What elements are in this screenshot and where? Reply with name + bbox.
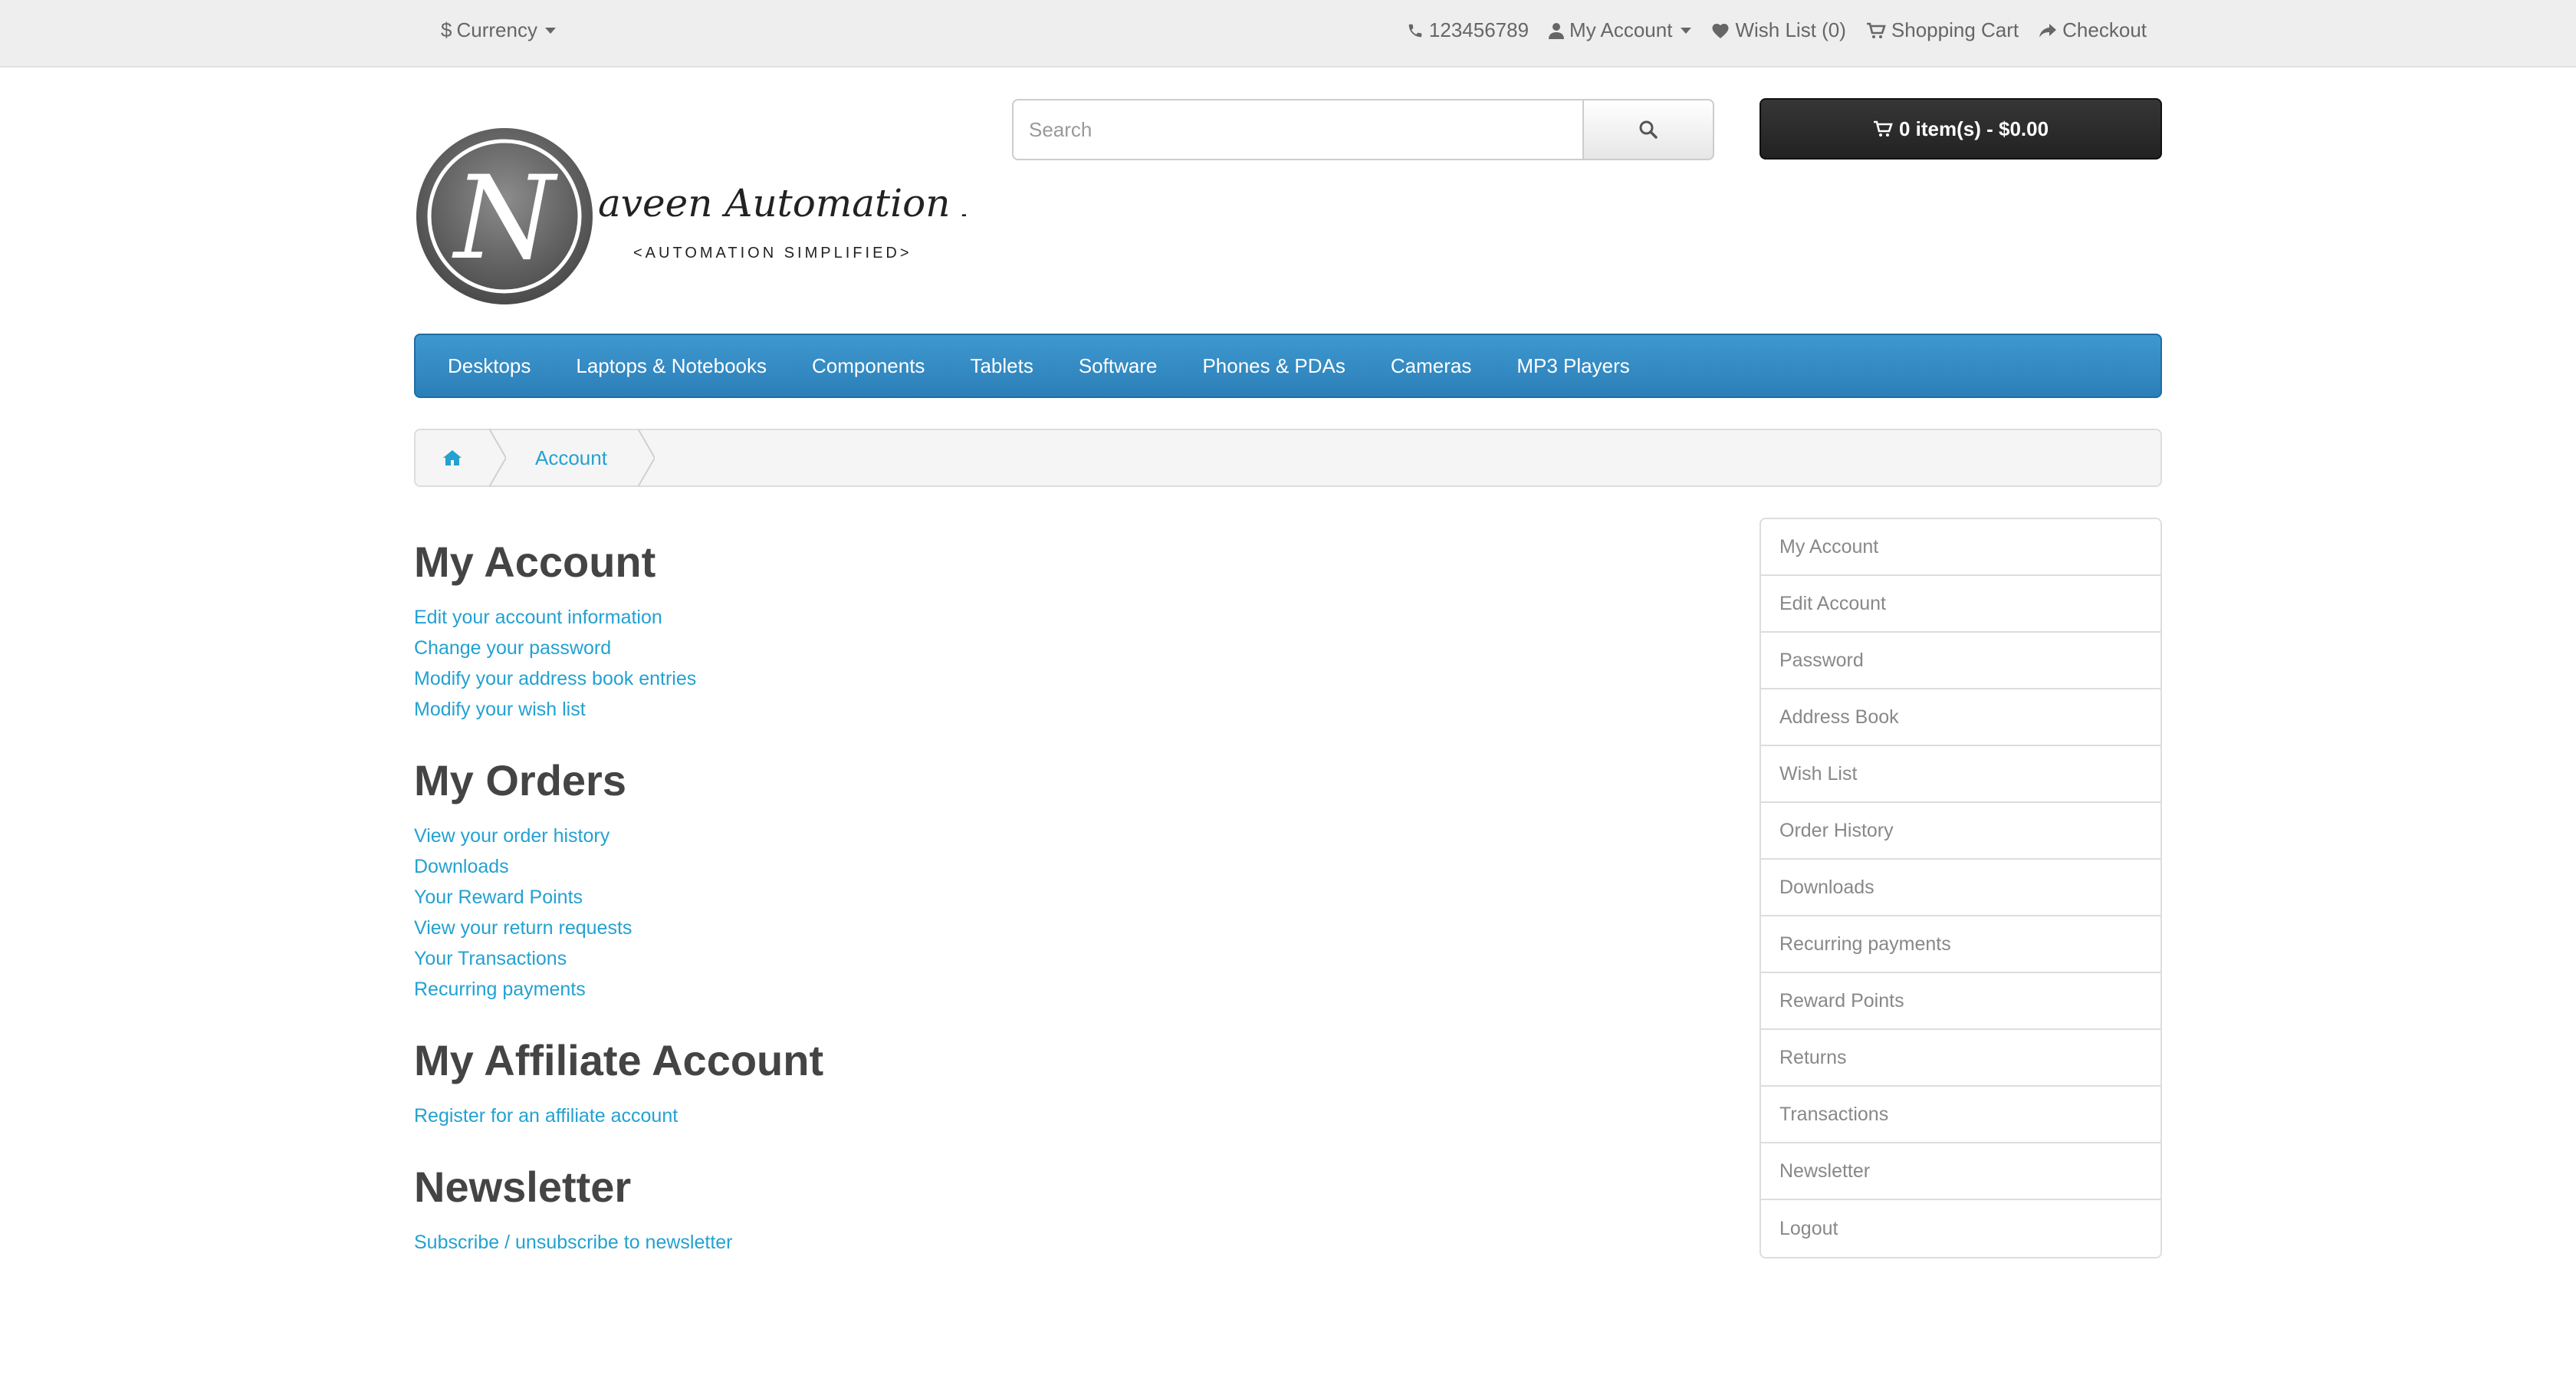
menu-item-cameras[interactable]: Cameras — [1391, 354, 1471, 378]
link-address-book[interactable]: Modify your address book entries — [414, 663, 1641, 694]
currency-label: Currency — [456, 18, 537, 41]
link-change-password[interactable]: Change your password — [414, 633, 1641, 663]
user-icon — [1549, 22, 1565, 39]
sidebar-item-wish-list[interactable]: Wish List — [1761, 746, 2160, 803]
shopping-cart-link[interactable]: Shopping Cart — [1866, 18, 2019, 42]
cart-button[interactable]: 0 item(s) - $0.00 — [1760, 98, 2162, 160]
heart-icon — [1712, 23, 1729, 38]
checkout-label: Checkout — [2062, 18, 2147, 41]
checkout-link[interactable]: Checkout — [2039, 18, 2147, 42]
link-return-requests[interactable]: View your return requests — [414, 913, 1641, 943]
link-transactions[interactable]: Your Transactions — [414, 943, 1641, 974]
menu-item-software[interactable]: Software — [1079, 354, 1158, 378]
phone-icon — [1408, 24, 1422, 37]
sidebar-item-newsletter[interactable]: Newsletter — [1761, 1143, 2160, 1200]
section-title-my-account: My Account — [414, 538, 656, 586]
link-newsletter-subscribe[interactable]: Subscribe / unsubscribe to newsletter — [414, 1227, 1641, 1258]
cart-total: 0 item(s) - $0.00 — [1898, 117, 2049, 140]
newsletter-links: Subscribe / unsubscribe to newsletter — [414, 1227, 1641, 1258]
sidebar-item-transactions[interactable]: Transactions — [1761, 1087, 2160, 1143]
breadcrumb-account[interactable]: Account — [506, 430, 638, 485]
menu-item-laptops[interactable]: Laptops & Notebooks — [576, 354, 767, 378]
my-account-label: My Account — [1569, 18, 1673, 41]
my-orders-links: View your order history Downloads Your R… — [414, 821, 1641, 1005]
phone-link[interactable]: 123456789 — [1407, 18, 1529, 42]
link-register-affiliate[interactable]: Register for an affiliate account — [414, 1100, 1641, 1131]
sidebar-item-address-book[interactable]: Address Book — [1761, 689, 2160, 746]
top-links: 123456789 My Account Wish List (0) Shopp… — [1407, 18, 2147, 42]
account-content: My Account Edit your account information… — [414, 537, 1641, 1288]
currency-symbol: $ — [441, 18, 452, 41]
search-input[interactable] — [1012, 99, 1584, 160]
menu-item-components[interactable]: Components — [812, 354, 925, 378]
my-account-links: Edit your account information Change you… — [414, 602, 1641, 725]
cart-icon — [1866, 22, 1886, 38]
menu-item-phones[interactable]: Phones & PDAs — [1202, 354, 1345, 378]
home-icon — [443, 450, 462, 466]
link-recurring-payments[interactable]: Recurring payments — [414, 974, 1641, 1005]
breadcrumb-home[interactable] — [416, 430, 489, 485]
logo-text: aveen Automation Labs — [598, 181, 966, 225]
section-title-newsletter: Newsletter — [414, 1163, 632, 1211]
section-title-my-orders: My Orders — [414, 756, 626, 804]
affiliate-links: Register for an affiliate account — [414, 1100, 1641, 1131]
sidebar-item-recurring-payments[interactable]: Recurring payments — [1761, 916, 2160, 973]
account-sidebar: My Account Edit Account Password Address… — [1760, 518, 2162, 1258]
caret-down-icon — [544, 27, 556, 34]
sidebar-item-edit-account[interactable]: Edit Account — [1761, 576, 2160, 633]
phone-number: 123456789 — [1428, 18, 1530, 41]
menu-item-tablets[interactable]: Tablets — [970, 354, 1033, 378]
sidebar-item-downloads[interactable]: Downloads — [1761, 860, 2160, 916]
wish-list-label: Wish List (0) — [1735, 18, 1846, 41]
sidebar-item-logout[interactable]: Logout — [1761, 1200, 2160, 1257]
section-title-affiliate: My Affiliate Account — [414, 1036, 824, 1084]
shopping-cart-label: Shopping Cart — [1891, 18, 2019, 41]
search-button[interactable] — [1584, 99, 1714, 160]
sidebar-item-reward-points[interactable]: Reward Points — [1761, 973, 2160, 1030]
menu-item-mp3[interactable]: MP3 Players — [1516, 354, 1629, 378]
menu-item-desktops[interactable]: Desktops — [448, 354, 531, 378]
sidebar-item-returns[interactable]: Returns — [1761, 1030, 2160, 1087]
caret-down-icon — [1681, 27, 1692, 34]
search-bar — [1012, 99, 1714, 160]
search-icon — [1639, 120, 1658, 139]
sidebar-item-my-account[interactable]: My Account — [1761, 519, 2160, 576]
breadcrumb: Account — [414, 429, 2162, 487]
wish-list-link[interactable]: Wish List (0) — [1711, 18, 1846, 42]
top-bar: $ Currency 123456789 My Account Wish Lis… — [0, 0, 2576, 67]
breadcrumb-separator — [489, 429, 506, 487]
link-order-history[interactable]: View your order history — [414, 821, 1641, 851]
logo-tagline: <AUTOMATION SIMPLIFIED> — [633, 245, 912, 262]
breadcrumb-separator — [637, 429, 655, 487]
link-reward-points[interactable]: Your Reward Points — [414, 882, 1641, 913]
link-edit-account[interactable]: Edit your account information — [414, 602, 1641, 633]
share-icon — [2039, 23, 2057, 38]
main-menu: Desktops Laptops & Notebooks Components … — [414, 334, 2162, 398]
currency-dropdown[interactable]: $ Currency — [441, 18, 556, 42]
my-account-dropdown[interactable]: My Account — [1549, 18, 1692, 42]
link-downloads[interactable]: Downloads — [414, 851, 1641, 882]
logo[interactable]: N aveen Automation Labs <AUTOMATION SIMP… — [414, 126, 966, 307]
sidebar-item-order-history[interactable]: Order History — [1761, 803, 2160, 860]
sidebar-item-password[interactable]: Password — [1761, 633, 2160, 689]
cart-icon — [1873, 120, 1893, 137]
logo-letter: N — [452, 152, 558, 285]
link-wish-list[interactable]: Modify your wish list — [414, 694, 1641, 725]
